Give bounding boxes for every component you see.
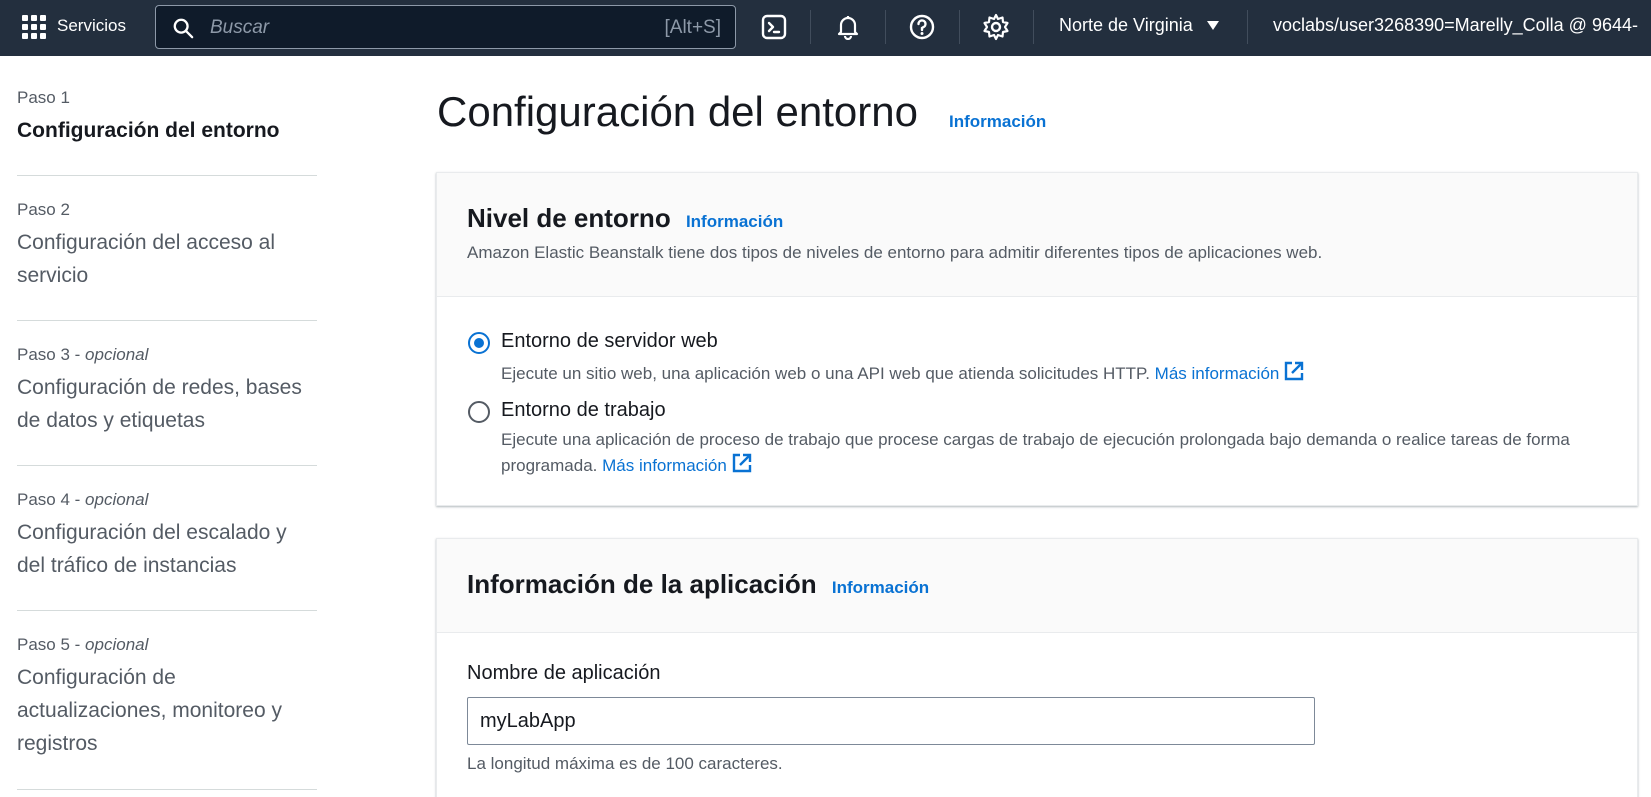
step-title-link[interactable]: Configuración del acceso al servicio	[17, 226, 317, 292]
app-name-input[interactable]	[467, 697, 1315, 745]
page-info-link[interactable]: Información	[949, 112, 1046, 132]
web-server-radio[interactable]	[468, 332, 490, 354]
app-name-constraint: La longitud máxima es de 100 caracteres.	[467, 754, 783, 773]
nav-divider	[885, 10, 886, 44]
worker-description: Ejecute una aplicación de proceso de tra…	[501, 430, 1570, 475]
card-title: Nivel de entorno Información	[467, 203, 784, 233]
step-title-active: Configuración del entorno	[17, 119, 280, 142]
step-divider	[17, 610, 317, 611]
nav-divider	[810, 10, 811, 44]
account-menu[interactable]: voclabs/user3268390=Marelly_Colla @ 9644…	[1273, 15, 1638, 36]
nav-divider	[1033, 10, 1034, 44]
step-title-link[interactable]: Configuración de redes, bases de datos y…	[17, 371, 317, 437]
page-title: Configuración del entorno	[437, 88, 918, 135]
tier-info-link[interactable]: Información	[686, 212, 783, 231]
step-number: Paso 4 - opcional	[17, 490, 149, 509]
external-link-icon	[732, 453, 752, 473]
worker-label[interactable]: Entorno de trabajo	[501, 399, 666, 422]
step-number: Paso 2	[17, 200, 70, 219]
help-icon[interactable]	[905, 10, 939, 44]
card-title: Información de la aplicación Información	[467, 569, 930, 599]
app-name-label: Nombre de aplicación	[467, 662, 661, 684]
step-title-link[interactable]: Configuración del escalado y del tráfico…	[17, 516, 317, 582]
settings-gear-icon[interactable]	[979, 10, 1013, 44]
app-info-link[interactable]: Información	[832, 578, 929, 597]
step-divider	[17, 175, 317, 176]
step-5[interactable]: Paso 5 - opcional Configuración de actua…	[17, 635, 317, 760]
step-3[interactable]: Paso 3 - opcional Configuración de redes…	[17, 345, 317, 437]
step-title-link[interactable]: Configuración de actualizaciones, monito…	[17, 661, 317, 760]
step-divider	[17, 465, 317, 466]
card-description: Amazon Elastic Beanstalk tiene dos tipos…	[467, 243, 1323, 262]
step-number: Paso 1	[17, 88, 70, 107]
nav-divider	[959, 10, 960, 44]
environment-tier-card: Nivel de entorno Información Amazon Elas…	[436, 172, 1638, 506]
more-info-link[interactable]: Más información	[1155, 361, 1306, 383]
services-menu-button[interactable]: Servicios	[57, 16, 126, 36]
search-input[interactable]: Buscar [Alt+S]	[155, 5, 736, 49]
web-server-description: Ejecute un sitio web, una aplicación web…	[501, 360, 1601, 386]
card-header: Información de la aplicación Información	[437, 539, 1637, 633]
step-1: Paso 1 Configuración del entorno	[17, 88, 317, 147]
nav-divider	[1247, 10, 1248, 44]
step-2[interactable]: Paso 2 Configuración del acceso al servi…	[17, 200, 317, 292]
step-number: Paso 3 - opcional	[17, 345, 149, 364]
step-number: Paso 5 - opcional	[17, 635, 149, 654]
search-placeholder: Buscar	[210, 17, 270, 38]
caret-down-icon[interactable]	[1207, 21, 1219, 30]
web-server-label[interactable]: Entorno de servidor web	[501, 330, 718, 353]
application-info-card: Información de la aplicación Información…	[436, 538, 1638, 797]
notifications-bell-icon[interactable]	[831, 10, 865, 44]
worker-radio[interactable]	[468, 401, 490, 423]
step-divider	[17, 789, 317, 790]
step-divider	[17, 320, 317, 321]
services-grid-icon[interactable]	[22, 15, 46, 39]
external-link-icon	[1285, 361, 1304, 381]
top-navigation-bar: Servicios Buscar [Alt+S] Norte de Virgin…	[0, 0, 1651, 56]
more-info-link[interactable]: Más información	[602, 453, 753, 475]
card-header: Nivel de entorno Información Amazon Elas…	[437, 173, 1637, 297]
cloudshell-icon[interactable]	[757, 10, 791, 44]
step-4[interactable]: Paso 4 - opcional Configuración del esca…	[17, 490, 317, 582]
region-selector[interactable]: Norte de Virginia	[1059, 15, 1193, 36]
search-shortcut: [Alt+S]	[664, 17, 722, 38]
search-icon	[173, 18, 194, 39]
